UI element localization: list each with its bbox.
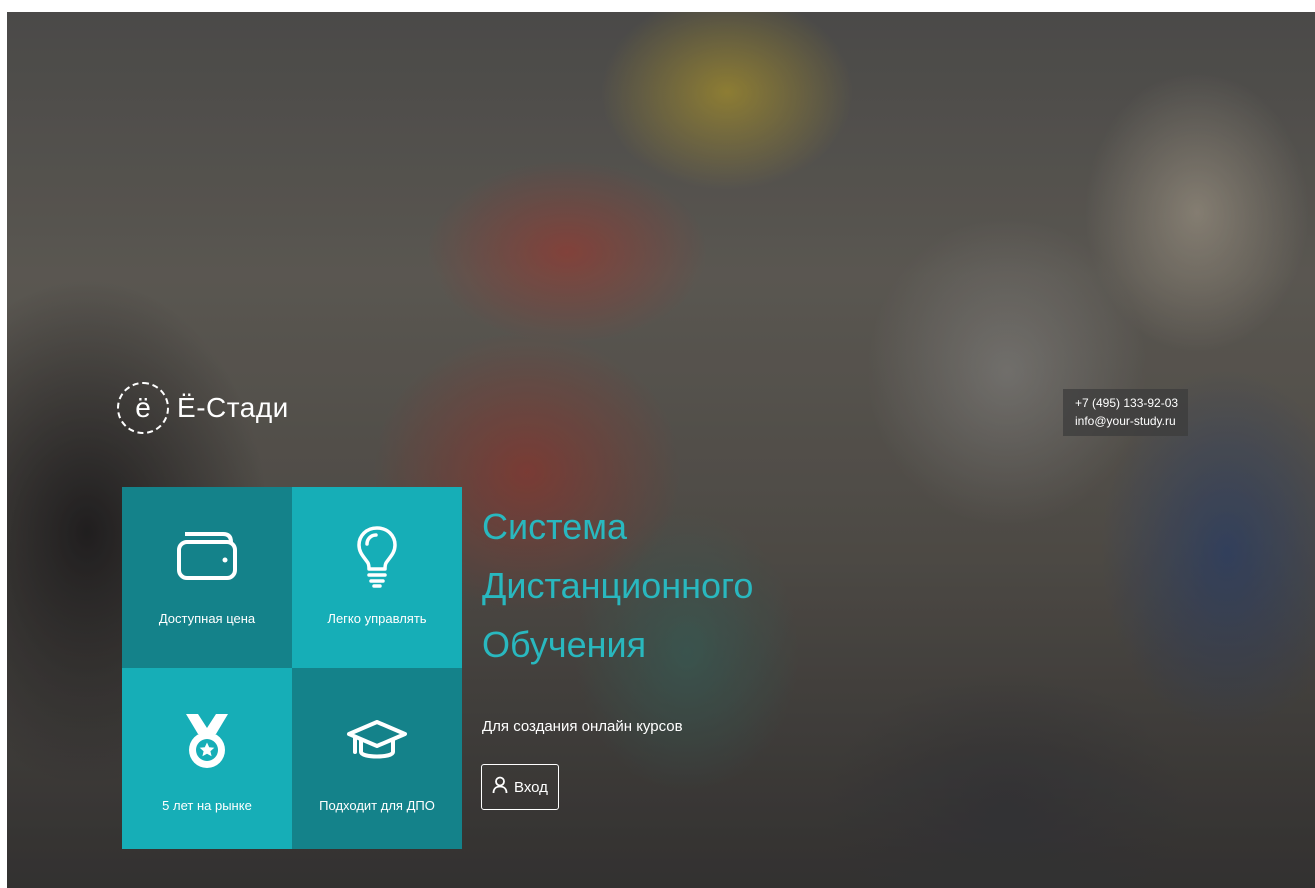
- title-line: Дистанционного: [482, 565, 754, 606]
- feature-label: Подходит для ДПО: [319, 798, 435, 813]
- login-label: Вход: [514, 778, 548, 796]
- feature-tile-dpo[interactable]: Подходит для ДПО: [292, 668, 462, 849]
- feature-label: Доступная цена: [158, 611, 256, 626]
- feature-label: Легко управлять: [327, 611, 427, 626]
- page-title: Система Дистанционного Обучения: [482, 497, 753, 674]
- brand-name: Ё-Стади: [177, 392, 289, 423]
- user-icon: [492, 776, 508, 798]
- feature-tile-price[interactable]: Доступная цена: [122, 487, 292, 668]
- page-subtitle: Для создания онлайн курсов: [482, 718, 683, 735]
- feature-label: 5 лет на рынке: [162, 798, 252, 813]
- contact-email[interactable]: info@your-study.ru: [1075, 412, 1178, 430]
- medal-icon: [182, 708, 232, 774]
- login-button[interactable]: Вход: [481, 764, 559, 810]
- feature-tiles: Доступная цена Легко управлять 5 лет на …: [122, 487, 462, 849]
- brand-logo[interactable]: ё Ё-Стади: [117, 382, 289, 434]
- graduation-cap-icon: [345, 708, 409, 774]
- lightbulb-icon: [355, 523, 399, 589]
- feature-tile-years[interactable]: 5 лет на рынке: [122, 668, 292, 849]
- title-line: Система: [482, 506, 627, 547]
- contacts-box: +7 (495) 133-92-03 info@your-study.ru: [1063, 389, 1189, 436]
- wallet-icon: [175, 523, 239, 589]
- contact-phone[interactable]: +7 (495) 133-92-03: [1075, 394, 1178, 412]
- title-line: Обучения: [482, 624, 647, 665]
- feature-tile-easy[interactable]: Легко управлять: [292, 487, 462, 668]
- logo-mark-icon: ё: [117, 382, 169, 434]
